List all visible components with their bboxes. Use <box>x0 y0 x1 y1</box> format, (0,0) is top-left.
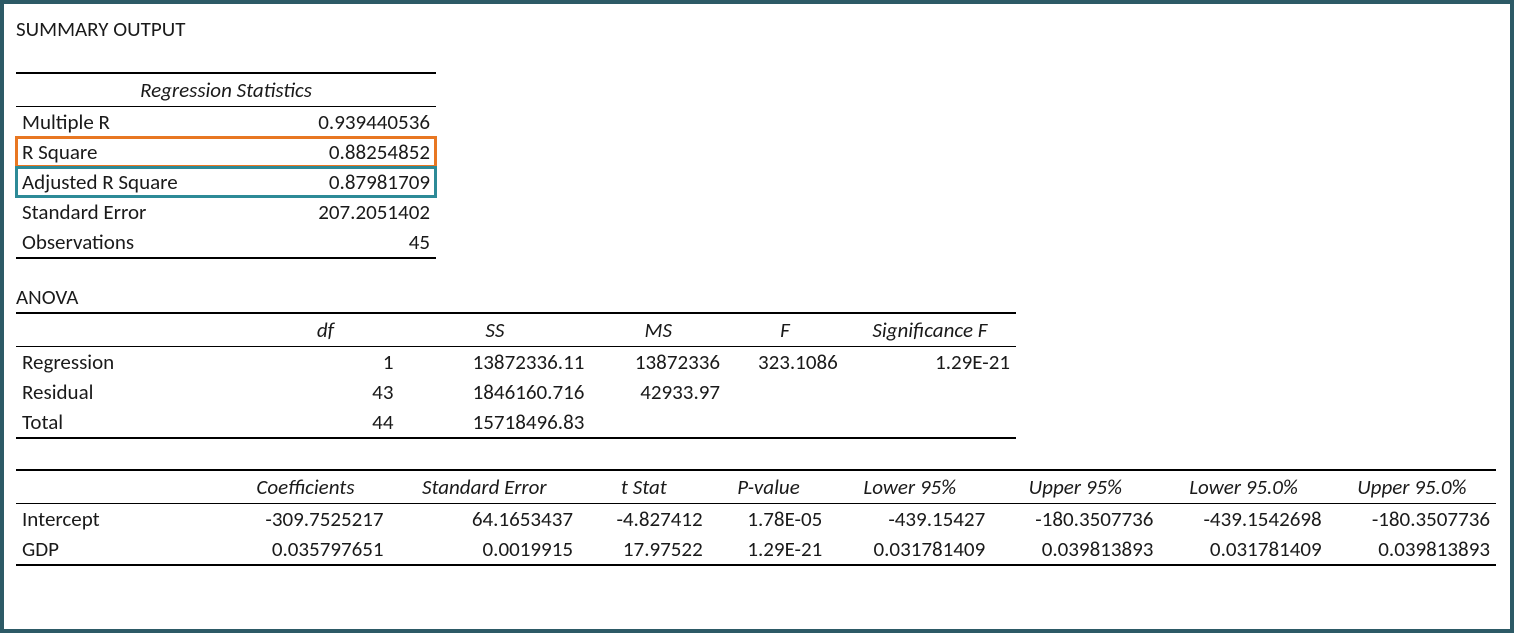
anova-header <box>16 313 251 347</box>
coef-header: Standard Error <box>390 470 579 504</box>
regression-stats-table: Regression Statistics Multiple R 0.93944… <box>16 72 436 259</box>
coef-header: Lower 95.0% <box>1159 470 1327 504</box>
coef-cell: -439.1542698 <box>1159 504 1327 535</box>
coef-cell: -180.3507736 <box>1328 504 1496 535</box>
coef-cell: -309.7525217 <box>221 504 389 535</box>
coef-cell: 0.0019915 <box>390 534 579 565</box>
coef-cell: Intercept <box>16 504 221 535</box>
coef-header: P-value <box>709 470 829 504</box>
anova-cell <box>726 377 844 407</box>
anova-cell: 1.29E-21 <box>844 347 1016 378</box>
coef-cell: 0.039813893 <box>1328 534 1496 565</box>
coef-cell: -439.15427 <box>828 504 991 535</box>
stat-value: 45 <box>226 227 436 258</box>
coef-cell: 64.1653437 <box>390 504 579 535</box>
anova-header: df <box>251 313 399 347</box>
stat-value: 207.2051402 <box>226 197 436 227</box>
anova-cell: 43 <box>251 377 399 407</box>
coef-cell: 0.035797651 <box>221 534 389 565</box>
coef-row: Intercept -309.7525217 64.1653437 -4.827… <box>16 504 1496 535</box>
anova-header: F <box>726 313 844 347</box>
anova-row: Total 44 15718496.83 <box>16 407 1016 438</box>
coef-header: Coefficients <box>221 470 389 504</box>
stat-value: 0.939440536 <box>226 107 436 138</box>
coef-cell: 0.039813893 <box>991 534 1159 565</box>
stat-row-adjrsquare: Adjusted R Square 0.87981709 <box>16 167 436 197</box>
stat-value: 0.88254852 <box>226 137 436 167</box>
anova-cell: 1846160.716 <box>399 377 590 407</box>
coef-header: Upper 95.0% <box>1328 470 1496 504</box>
anova-cell: 1 <box>251 347 399 378</box>
stat-label: Observations <box>16 227 226 258</box>
coef-cell: GDP <box>16 534 221 565</box>
anova-table: df SS MS F Significance F Regression 1 1… <box>16 312 1016 439</box>
stat-row: Multiple R 0.939440536 <box>16 107 436 138</box>
stat-row-rsquare: R Square 0.88254852 <box>16 137 436 167</box>
summary-output-title: SUMMARY OUTPUT <box>16 16 1498 42</box>
anova-header: Significance F <box>844 313 1016 347</box>
coefficients-table: Coefficients Standard Error t Stat P-val… <box>16 469 1496 566</box>
anova-row: Residual 43 1846160.716 42933.97 <box>16 377 1016 407</box>
regression-stats-header: Regression Statistics <box>16 73 436 107</box>
coef-cell: 1.29E-21 <box>709 534 829 565</box>
coef-cell: 17.97522 <box>579 534 709 565</box>
anova-cell: 13872336 <box>590 347 726 378</box>
anova-cell: 323.1086 <box>726 347 844 378</box>
stat-label: Multiple R <box>16 107 226 138</box>
coef-header <box>16 470 221 504</box>
coef-header: t Stat <box>579 470 709 504</box>
coef-header: Lower 95% <box>828 470 991 504</box>
anova-cell: Total <box>16 407 251 438</box>
stat-row: Standard Error 207.2051402 <box>16 197 436 227</box>
coef-row: GDP 0.035797651 0.0019915 17.97522 1.29E… <box>16 534 1496 565</box>
anova-header: SS <box>399 313 590 347</box>
anova-cell <box>844 377 1016 407</box>
stat-value: 0.87981709 <box>226 167 436 197</box>
anova-cell: 44 <box>251 407 399 438</box>
stat-row: Observations 45 <box>16 227 436 258</box>
anova-cell <box>726 407 844 438</box>
coef-cell: 1.78E-05 <box>709 504 829 535</box>
anova-cell: 42933.97 <box>590 377 726 407</box>
anova-cell: Residual <box>16 377 251 407</box>
anova-row: Regression 1 13872336.11 13872336 323.10… <box>16 347 1016 378</box>
anova-cell <box>844 407 1016 438</box>
anova-title: ANOVA <box>16 284 1498 310</box>
coef-cell: 0.031781409 <box>828 534 991 565</box>
anova-cell: 13872336.11 <box>399 347 590 378</box>
anova-cell: 15718496.83 <box>399 407 590 438</box>
coef-cell: -4.827412 <box>579 504 709 535</box>
anova-header-row: df SS MS F Significance F <box>16 313 1016 347</box>
stat-label: Standard Error <box>16 197 226 227</box>
stat-label: R Square <box>16 137 226 167</box>
coef-header-row: Coefficients Standard Error t Stat P-val… <box>16 470 1496 504</box>
anova-cell: Regression <box>16 347 251 378</box>
anova-cell <box>590 407 726 438</box>
stat-label: Adjusted R Square <box>16 167 226 197</box>
coef-cell: 0.031781409 <box>1159 534 1327 565</box>
coef-header: Upper 95% <box>991 470 1159 504</box>
coef-cell: -180.3507736 <box>991 504 1159 535</box>
anova-header: MS <box>590 313 726 347</box>
